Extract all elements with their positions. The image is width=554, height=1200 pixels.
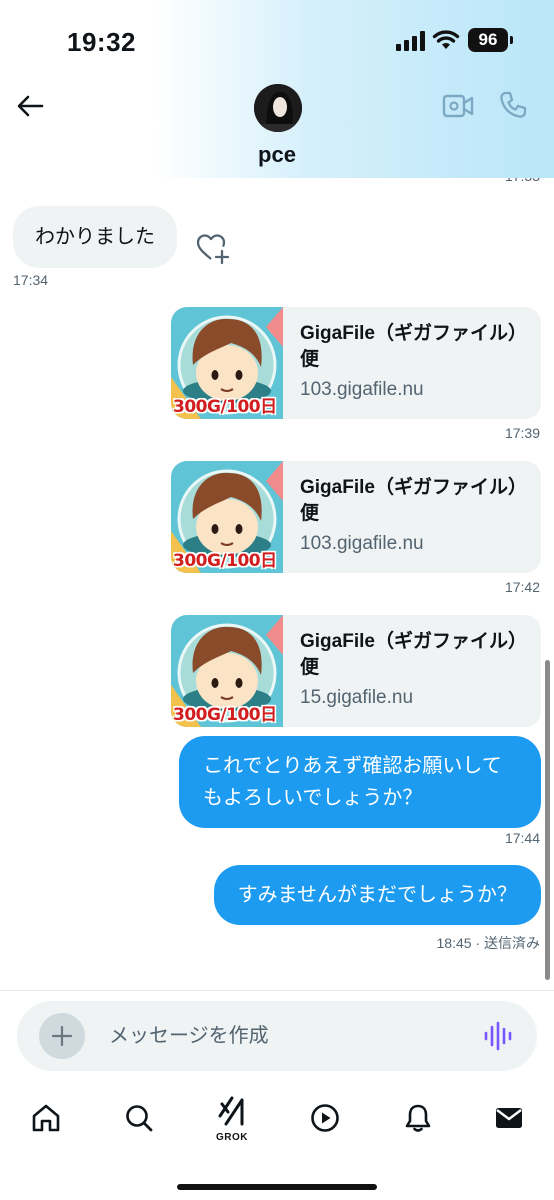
search-icon	[126, 1105, 153, 1132]
thumbnail-label: 300G/100日	[173, 397, 277, 417]
composer-divider	[0, 990, 554, 991]
message-input[interactable]	[109, 1001, 459, 1071]
link-title: GigaFile（ギガファイル）便	[300, 477, 518, 524]
link-domain: 103.gigafile.nu	[300, 379, 424, 400]
back-arrow-icon	[17, 95, 44, 117]
link-card[interactable]: 300G/100日 GigaFile（ギガファイル）便 103.gigafile…	[171, 461, 541, 573]
status-bar: 19:32 96	[0, 0, 554, 84]
link-title: GigaFile（ギガファイル）便	[300, 631, 518, 678]
plus-icon	[51, 1025, 73, 1047]
voice-icon[interactable]	[483, 1021, 513, 1051]
link-thumbnail: 300G/100日	[171, 615, 283, 727]
battery-icon: 96	[468, 28, 514, 52]
link-thumbnail: 300G/100日	[171, 461, 283, 573]
home-icon	[32, 1104, 60, 1132]
home-indicator[interactable]	[177, 1184, 377, 1190]
video-call-icon[interactable]	[442, 92, 474, 120]
scrollbar[interactable]	[545, 660, 550, 980]
avatar-image	[254, 84, 302, 132]
link-thumbnail: 300G/100日	[171, 307, 283, 419]
status-time: 19:32	[67, 27, 136, 57]
link-domain: 15.gigafile.nu	[300, 687, 414, 708]
notifications-icon	[405, 1104, 431, 1132]
outgoing-message-bubble[interactable]: すみませんがまだでしょうか？	[213, 865, 541, 925]
incoming-message-time: 17:34	[13, 272, 49, 288]
message-status: 18:45 · 送信済み	[436, 935, 540, 951]
contact-name[interactable]: pce	[0, 142, 554, 168]
phone-icon[interactable]	[498, 90, 528, 120]
tab-notifications[interactable]	[395, 1090, 441, 1146]
tab-search[interactable]	[116, 1090, 162, 1146]
message-composer	[17, 1001, 537, 1071]
incoming-message-bubble[interactable]: わかりました	[13, 206, 177, 268]
avatar[interactable]	[254, 84, 302, 132]
tab-messages[interactable]	[486, 1090, 532, 1146]
signal-icon	[396, 31, 425, 51]
message-time: 17:44	[504, 830, 540, 846]
grok-label: GROK	[216, 1132, 248, 1143]
heart-plus-icon	[196, 234, 230, 265]
add-attachment-button[interactable]	[39, 1013, 85, 1059]
tab-grok[interactable]: GROK	[209, 1090, 255, 1146]
battery-tip	[510, 36, 513, 44]
video-icon	[311, 1104, 339, 1132]
message-time: 17:42	[504, 579, 540, 595]
link-domain: 103.gigafile.nu	[300, 533, 424, 554]
messages-icon	[496, 1108, 522, 1128]
bottom-tab-bar: GROK	[0, 1090, 554, 1150]
message-time: 17:39	[504, 425, 540, 441]
link-card[interactable]: 300G/100日 GigaFile（ギガファイル）便 103.gigafile…	[171, 307, 541, 419]
react-button[interactable]	[196, 232, 230, 265]
tab-home[interactable]	[23, 1090, 69, 1146]
thumbnail-label: 300G/100日	[173, 705, 277, 725]
link-card[interactable]: 300G/100日 GigaFile（ギガファイル）便 15.gigafile.…	[171, 615, 541, 727]
grok-icon	[218, 1096, 244, 1126]
outgoing-message-bubble[interactable]: これでとりあえず確認お願いしてもよろしいでしょうか？	[179, 736, 541, 828]
thumbnail-label: 300G/100日	[173, 551, 277, 571]
battery-level: 96	[468, 28, 508, 52]
back-button[interactable]	[12, 88, 48, 124]
wifi-icon	[432, 30, 460, 49]
link-title: GigaFile（ギガファイル）便	[300, 323, 518, 370]
tab-video[interactable]	[302, 1090, 348, 1146]
conversation-header: 19:32 96 pce	[0, 0, 554, 178]
